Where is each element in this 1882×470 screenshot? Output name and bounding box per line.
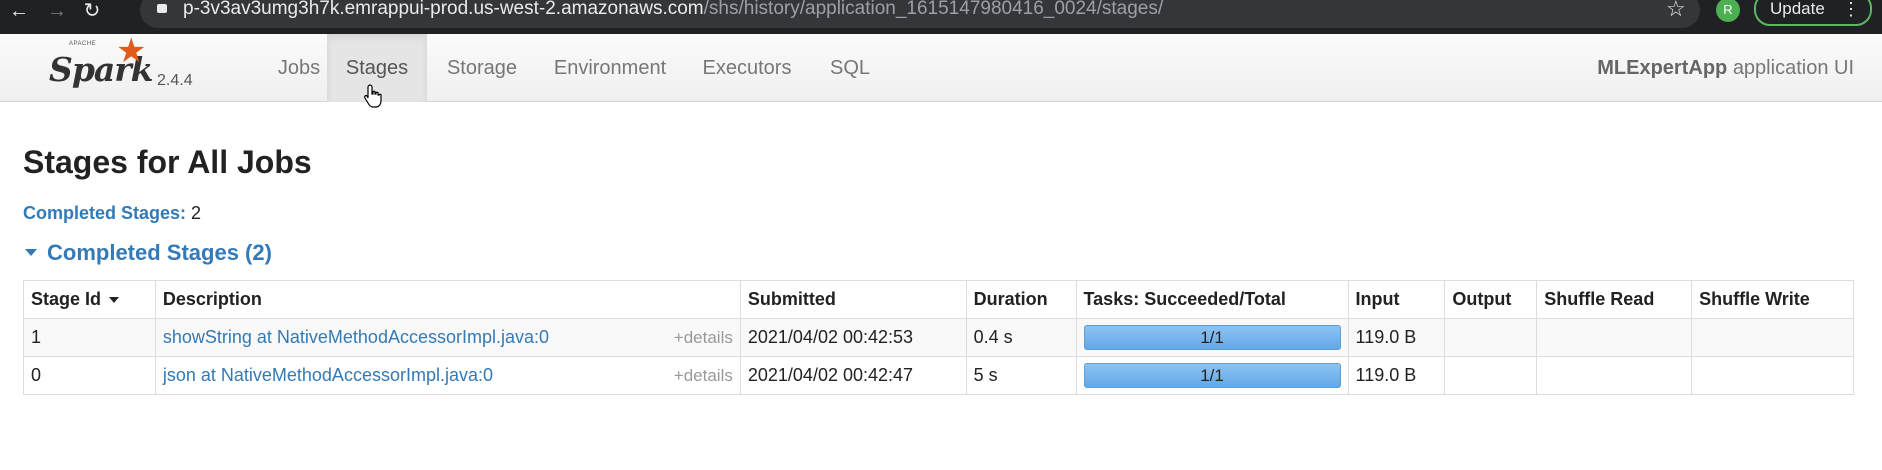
cell-shuffle-read xyxy=(1536,318,1693,357)
spark-version: 2.4.4 xyxy=(157,72,193,89)
tasks-progress-text: 1/1 xyxy=(1200,328,1224,347)
details-toggle[interactable]: +details xyxy=(674,366,733,386)
cell-tasks: 1/1 xyxy=(1075,318,1349,357)
cell-stage-id: 1 xyxy=(23,318,156,357)
spark-star-icon: ★ xyxy=(116,32,147,70)
cell-shuffle-read xyxy=(1536,356,1693,395)
tab-sql[interactable]: SQL xyxy=(812,34,888,102)
completed-stages-section-toggle[interactable]: Completed Stages (2) xyxy=(23,240,272,266)
table-header-row: Stage Id Description Submitted Duration … xyxy=(23,280,1854,319)
cell-submitted: 2021/04/02 00:42:53 xyxy=(739,318,967,357)
tab-executors[interactable]: Executors xyxy=(692,34,802,102)
cell-input: 119.0 B xyxy=(1347,318,1446,357)
details-toggle[interactable]: +details xyxy=(674,328,733,348)
cell-output xyxy=(1444,318,1538,357)
section-title: Completed Stages (2) xyxy=(47,240,272,265)
cell-duration: 5 s xyxy=(965,356,1077,395)
page-title: Stages for All Jobs xyxy=(23,144,312,180)
cell-description: showString at NativeMethodAccessorImpl.j… xyxy=(154,318,741,357)
stages-table: Stage Id Description Submitted Duration … xyxy=(23,280,1854,395)
logo-apache-text: APACHE xyxy=(69,41,97,47)
spark-navbar: APACHE Spark ★ 2.4.4 Jobs Stages Storage… xyxy=(0,34,1882,102)
url-host: p-3v3av3umg3h7k.emrappui-prod.us-west-2.… xyxy=(183,0,704,19)
header-input[interactable]: Input xyxy=(1347,280,1446,319)
update-button-label: Update xyxy=(1770,0,1825,18)
header-description[interactable]: Description xyxy=(154,280,741,319)
hand-cursor-icon xyxy=(364,84,382,108)
completed-stages-count: 2 xyxy=(191,203,202,223)
stage-description-link[interactable]: json at NativeMethodAccessorImpl.java:0 xyxy=(163,365,493,385)
header-duration[interactable]: Duration xyxy=(965,280,1077,319)
table-row: 1 showString at NativeMethodAccessorImpl… xyxy=(23,318,1854,357)
cell-shuffle-write xyxy=(1691,356,1854,395)
back-icon[interactable]: ← xyxy=(8,0,30,22)
cell-stage-id: 0 xyxy=(23,356,156,395)
header-submitted[interactable]: Submitted xyxy=(739,280,967,319)
browser-toolbar: ← → ↻ p-3v3av3umg3h7k.emrappui-prod.us-w… xyxy=(0,0,1882,34)
url-path: /shs/history/application_1615147980416_0… xyxy=(703,0,1164,19)
header-tasks[interactable]: Tasks: Succeeded/Total xyxy=(1075,280,1349,319)
sort-desc-icon xyxy=(109,297,120,304)
header-output[interactable]: Output xyxy=(1444,280,1538,319)
app-name: MLExpertApp xyxy=(1597,57,1728,79)
cell-shuffle-write xyxy=(1691,318,1854,357)
cell-duration: 0.4 s xyxy=(965,318,1077,357)
more-menu-icon[interactable]: ⋮ xyxy=(1842,0,1860,24)
tasks-progress-bar: 1/1 xyxy=(1083,363,1341,388)
header-stage-id[interactable]: Stage Id xyxy=(23,280,156,319)
bookmark-star-icon[interactable]: ☆ xyxy=(1666,0,1686,21)
collapse-arrow-icon xyxy=(25,249,37,257)
tasks-progress-text: 1/1 xyxy=(1200,366,1224,385)
cell-input: 119.0 B xyxy=(1347,356,1446,395)
update-button[interactable]: Update ⋮ xyxy=(1754,0,1872,26)
address-bar-url[interactable]: p-3v3av3umg3h7k.emrappui-prod.us-west-2.… xyxy=(183,0,1163,21)
stage-description-link[interactable]: showString at NativeMethodAccessorImpl.j… xyxy=(163,327,549,347)
table-row: 0 json at NativeMethodAccessorImpl.java:… xyxy=(23,356,1854,395)
tasks-progress-bar: 1/1 xyxy=(1083,325,1341,350)
tab-environment[interactable]: Environment xyxy=(540,34,680,102)
cell-tasks: 1/1 xyxy=(1075,356,1349,395)
header-shuffle-read[interactable]: Shuffle Read xyxy=(1536,280,1693,319)
reload-icon[interactable]: ↻ xyxy=(81,0,103,22)
cell-submitted: 2021/04/02 00:42:47 xyxy=(739,356,967,395)
lock-icon xyxy=(157,4,167,13)
app-title-suffix: application UI xyxy=(1732,57,1854,79)
cell-output xyxy=(1444,356,1538,395)
app-title: MLExpertApp application UI xyxy=(1597,34,1854,102)
completed-stages-link[interactable]: Completed Stages: xyxy=(23,203,186,223)
profile-avatar[interactable]: R xyxy=(1716,0,1740,22)
completed-stages-summary: Completed Stages: 2 xyxy=(23,203,201,224)
forward-icon[interactable]: → xyxy=(46,0,68,22)
tab-storage[interactable]: Storage xyxy=(434,34,530,102)
header-shuffle-write[interactable]: Shuffle Write xyxy=(1691,280,1854,319)
cell-description: json at NativeMethodAccessorImpl.java:0 … xyxy=(154,356,741,395)
